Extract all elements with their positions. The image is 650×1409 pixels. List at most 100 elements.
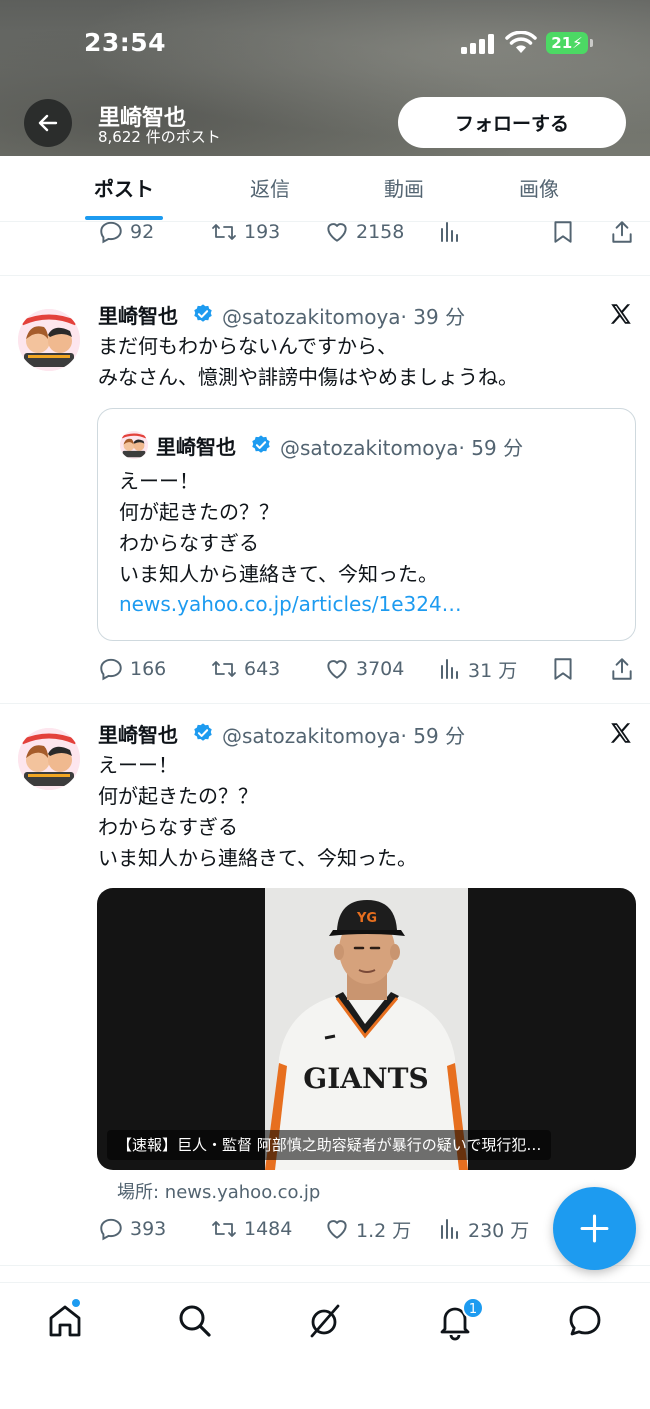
quote-author-name: 里崎智也 [156, 435, 236, 459]
views-icon [441, 1219, 458, 1239]
quote-link[interactable]: news.yahoo.co.jp/articles/1e324… [119, 592, 462, 616]
post-count: 8,622 件のポスト [98, 128, 221, 146]
svg-text:YG: YG [356, 911, 377, 926]
x-logo-icon[interactable] [608, 301, 634, 327]
views-button[interactable] [438, 217, 468, 247]
bottom-navigation: 1 [0, 1282, 650, 1409]
avatar-illustration [18, 309, 80, 371]
post-media[interactable]: GIANTS YG 【速報】巨人・監督 阿部慎之助容疑者が暴行の疑いで現行犯… [97, 888, 636, 1170]
plus-icon [580, 1214, 609, 1243]
x-logo-icon[interactable] [608, 720, 634, 746]
reply-count: 92 [130, 221, 155, 243]
avatar[interactable] [18, 728, 80, 790]
jersey-text: GIANTS [303, 1062, 428, 1095]
tab-videos[interactable]: 動画 [344, 156, 464, 222]
share-button[interactable] [609, 654, 641, 684]
reply-icon [100, 221, 122, 244]
partial-post-actions: 92 193 2158 [0, 217, 650, 247]
media-photo: GIANTS YG [265, 888, 468, 1170]
like-button[interactable]: 1.2 万 [324, 1214, 411, 1244]
like-button[interactable]: 3704 [324, 654, 404, 684]
follow-button[interactable]: フォローする [398, 97, 626, 148]
reply-count: 393 [130, 1218, 167, 1240]
quote-avatar [120, 431, 148, 459]
repost-icon [212, 1221, 236, 1237]
handle-text: @satozakitomoya [280, 436, 459, 460]
reply-button[interactable]: 166 [98, 654, 166, 684]
heart-icon [327, 223, 347, 242]
battery-level: 21 [551, 34, 573, 52]
nav-grok[interactable] [305, 1301, 345, 1341]
share-icon [612, 658, 632, 680]
repost-button[interactable]: 1484 [210, 1214, 292, 1244]
battery-tip [590, 39, 593, 47]
wifi-icon [505, 31, 537, 53]
post-text: まだ何もわからないんですから、 みなさん、憶測や誹謗中傷はやめましょうね。 [98, 334, 518, 389]
profile-tabs: ポスト 返信 動画 画像 [0, 156, 650, 222]
heart-icon [327, 1220, 347, 1239]
tab-replies[interactable]: 返信 [210, 156, 330, 222]
post-actions: 166 643 3704 31 万 [0, 654, 650, 684]
like-count: 1.2 万 [356, 1219, 412, 1242]
post-divider [0, 1265, 650, 1266]
nav-messages[interactable] [565, 1301, 605, 1341]
like-count: 3704 [356, 658, 405, 680]
arrow-left-icon [38, 114, 58, 132]
view-count: 230 万 [468, 1219, 530, 1242]
home-unread-dot [72, 1299, 80, 1307]
reply-count: 166 [130, 658, 167, 680]
profile-header: 23:54 21⚡ 里崎智也 8,622 件のポスト フォローする [0, 0, 650, 156]
nav-home[interactable] [45, 1301, 85, 1341]
back-button[interactable] [24, 99, 72, 147]
quote-text: えーー！ 何が起きたの？？ わからなすぎる いま知人から連絡きて、今知った。 [119, 469, 438, 586]
views-button[interactable]: 31 万 [438, 654, 517, 684]
post-time: · 59 分 [458, 436, 524, 460]
post-time: · 59 分 [400, 724, 466, 748]
post-text: えーー！ 何が起きたの？？ わからなすぎる いま知人から連絡きて、今知った。 [98, 753, 417, 870]
battery-indicator: 21⚡ [546, 32, 588, 54]
compose-post-button[interactable] [553, 1187, 636, 1270]
bookmark-icon [554, 658, 572, 680]
post-divider [0, 275, 650, 276]
verified-badge-icon [194, 723, 212, 741]
reply-button[interactable]: 92 [98, 217, 154, 247]
bookmark-button[interactable] [550, 217, 582, 247]
author-handle[interactable]: @satozakitomoya· 39 分 [222, 301, 465, 330]
heart-icon [327, 660, 347, 679]
repost-button[interactable]: 643 [210, 654, 280, 684]
reply-icon [100, 1218, 122, 1241]
reply-icon [100, 658, 122, 681]
quoted-post[interactable]: 里崎智也 @satozakitomoya· 59 分 えーー！ 何が起きたの？？… [97, 408, 636, 641]
repost-icon [212, 661, 236, 677]
avatar-illustration [18, 728, 80, 790]
like-button[interactable]: 2158 [324, 217, 404, 247]
views-button[interactable]: 230 万 [438, 1214, 529, 1244]
home-icon [49, 1305, 81, 1337]
tab-media[interactable]: 画像 [479, 156, 599, 222]
media-source[interactable]: 場所: news.yahoo.co.jp [117, 1178, 320, 1204]
media-caption: 【速報】巨人・監督 阿部慎之助容疑者が暴行の疑いで現行犯… [107, 1130, 552, 1160]
quote-author-handle: @satozakitomoya· 59 分 [280, 432, 523, 461]
tab-posts[interactable]: ポスト [62, 156, 186, 222]
reply-button[interactable]: 393 [98, 1214, 166, 1244]
author-handle[interactable]: @satozakitomoya· 59 分 [222, 720, 465, 749]
repost-icon [212, 224, 236, 240]
status-time: 23:54 [84, 28, 167, 57]
post-divider [0, 703, 650, 704]
search-icon [179, 1305, 211, 1337]
grok-icon [310, 1304, 340, 1338]
author-name[interactable]: 里崎智也 [98, 719, 178, 748]
repost-count: 193 [244, 221, 281, 243]
handle-text: @satozakitomoya [222, 724, 401, 748]
views-icon [441, 659, 458, 679]
bookmark-button[interactable] [550, 654, 582, 684]
cellular-signal-icon [461, 34, 495, 54]
repost-count: 1484 [244, 1218, 293, 1240]
avatar[interactable] [18, 309, 80, 371]
notification-badge: 1 [462, 1297, 484, 1319]
share-button[interactable] [609, 217, 641, 247]
nav-search[interactable] [175, 1301, 215, 1341]
repost-button[interactable]: 193 [210, 217, 280, 247]
share-icon [612, 221, 632, 243]
author-name[interactable]: 里崎智也 [98, 300, 178, 329]
